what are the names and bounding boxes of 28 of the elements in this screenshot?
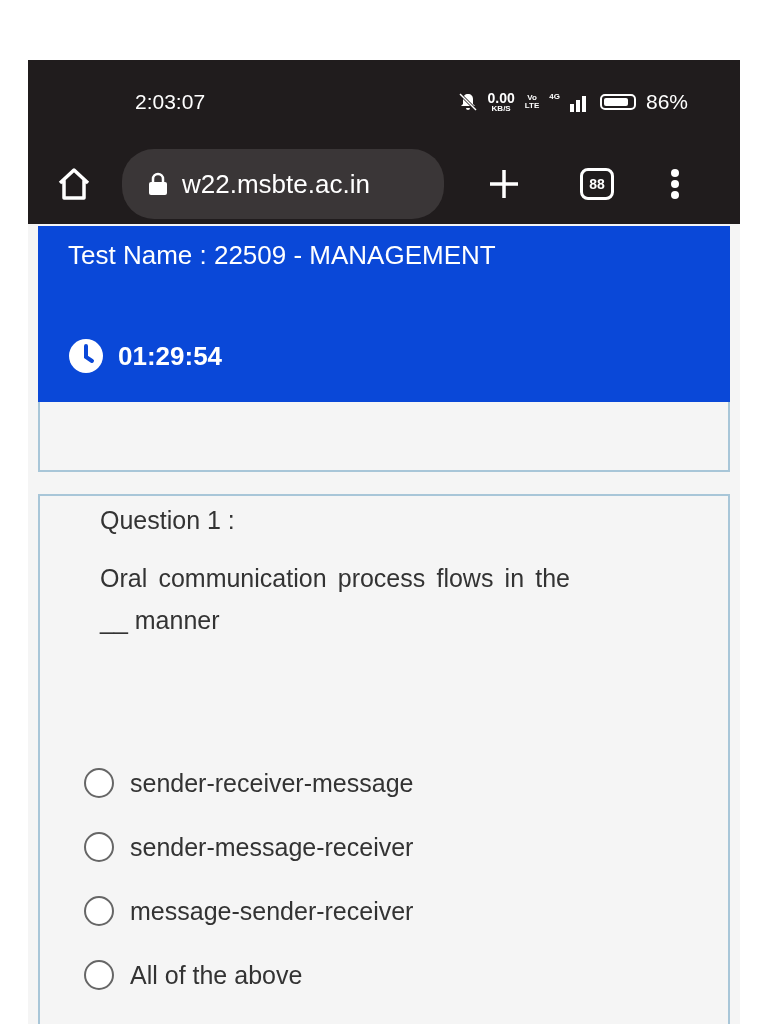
answer-option[interactable]: All of the above — [84, 943, 303, 1007]
answer-option[interactable]: message-sender-receiver — [84, 879, 414, 943]
radio-button[interactable] — [84, 832, 114, 862]
question-text: Oral communication process flows in the __ manner — [100, 563, 570, 636]
address-bar[interactable]: w22.msbte.ac.in — [122, 149, 444, 219]
battery-icon — [599, 94, 636, 110]
lock-icon — [148, 172, 168, 196]
tab-count-button[interactable]: 88 — [580, 168, 614, 200]
test-name: Test Name : 22509 - MANAGEMENT — [68, 240, 497, 271]
new-tab-icon[interactable] — [488, 168, 520, 200]
muted-bell-icon — [457, 92, 478, 112]
home-icon[interactable] — [56, 167, 92, 201]
radio-button[interactable] — [84, 960, 114, 990]
network-type: 4G — [549, 92, 560, 101]
radio-button[interactable] — [84, 768, 114, 798]
answer-option[interactable]: sender-message-receiver — [84, 815, 414, 879]
timer: 01:29:54 — [118, 340, 223, 372]
answer-option[interactable]: sender-receiver-message — [84, 751, 414, 815]
question-number: Question 1 : — [100, 506, 236, 535]
radio-button[interactable] — [84, 896, 114, 926]
lte-label: LTE — [524, 102, 540, 110]
clock-time: 2:03:07 — [135, 90, 206, 114]
menu-icon[interactable] — [670, 168, 680, 200]
clock-icon — [68, 338, 104, 374]
volte-label: Vo — [527, 94, 537, 102]
battery-percent: 86% — [645, 90, 688, 114]
data-speed: 0.00 — [487, 91, 515, 105]
speed-unit: KB/S — [491, 105, 511, 113]
